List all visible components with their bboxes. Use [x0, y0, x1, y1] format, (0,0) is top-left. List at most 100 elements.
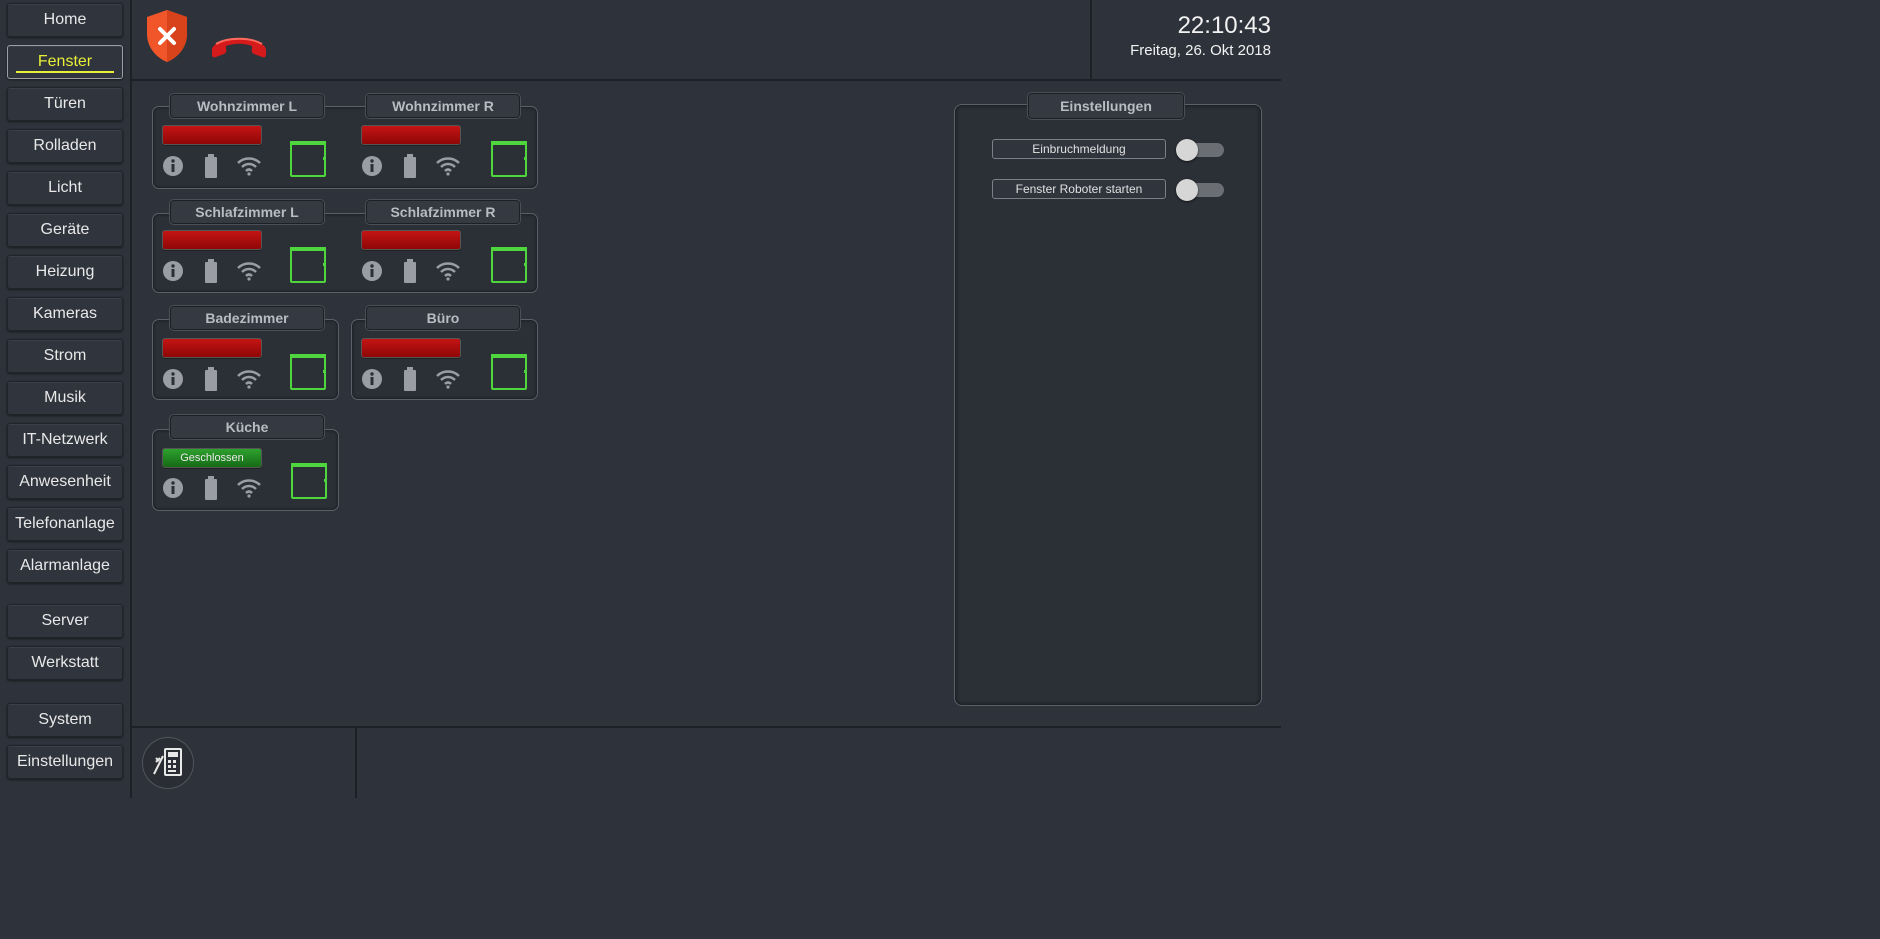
- room-title-text: Badezimmer: [205, 310, 289, 326]
- room-title: Schlafzimmer L: [170, 200, 324, 224]
- toggle-einbruchmeldung[interactable]: [1176, 139, 1226, 161]
- nav-kameras[interactable]: Kameras: [7, 297, 123, 331]
- nav-anwesenheit[interactable]: Anwesenheit: [7, 465, 123, 499]
- nav-label: Einstellungen: [16, 753, 114, 770]
- settings-title-text: Einstellungen: [1060, 98, 1152, 114]
- info-icon[interactable]: [162, 155, 184, 182]
- info-icon[interactable]: [361, 260, 383, 287]
- battery-icon: [204, 154, 218, 183]
- nav-musik[interactable]: Musik: [7, 381, 123, 415]
- nav-tueren[interactable]: Türen: [7, 87, 123, 121]
- room-title-text: Wohnzimmer L: [196, 98, 298, 114]
- nav-label: Kameras: [32, 305, 98, 322]
- battery-icon: [204, 367, 218, 396]
- battery-icon: [204, 259, 218, 288]
- room-title-text: Büro: [426, 310, 460, 326]
- nav-rolladen[interactable]: Rolladen: [7, 129, 123, 163]
- toggle-knob: [1176, 179, 1198, 201]
- window-closed-icon: [491, 247, 527, 283]
- nav-system[interactable]: System: [7, 703, 123, 737]
- clock: 22:10:43: [1177, 12, 1271, 39]
- nav-licht[interactable]: Licht: [7, 171, 123, 205]
- nav-label: Türen: [44, 95, 86, 112]
- room-title-text: Wohnzimmer R: [392, 98, 494, 114]
- window-closed-icon: [290, 247, 326, 283]
- nav-alarmanlage[interactable]: Alarmanlage: [7, 549, 123, 583]
- room-title: Badezimmer: [170, 306, 324, 330]
- battery-icon: [403, 154, 417, 183]
- nav-label: Alarmanlage: [20, 557, 110, 574]
- nav-label: Server: [41, 612, 89, 629]
- settings-title: Einstellungen: [1028, 93, 1184, 119]
- info-icon[interactable]: [162, 477, 184, 504]
- sidebar: Home Fenster Türen Rolladen Licht Geräte…: [0, 0, 130, 939]
- nav-fenster[interactable]: Fenster: [7, 45, 123, 79]
- wifi-icon: [236, 156, 262, 181]
- wifi-icon: [236, 478, 262, 503]
- divider: [1090, 0, 1092, 80]
- setting-label-text: Einbruchmeldung: [1032, 142, 1126, 156]
- info-icon[interactable]: [162, 260, 184, 287]
- nav-label: Heizung: [35, 263, 95, 280]
- status-text: Geschlossen: [180, 452, 244, 464]
- phone-hangup-icon[interactable]: [208, 30, 270, 65]
- nav-label: Telefonanlage: [15, 515, 115, 532]
- wifi-icon: [435, 369, 461, 394]
- battery-icon: [204, 476, 218, 505]
- nav-label: Fenster: [37, 53, 93, 70]
- divider: [130, 79, 1281, 81]
- divider: [130, 0, 132, 798]
- window-closed-icon: [290, 354, 326, 390]
- divider: [355, 728, 357, 798]
- nav-it-netzwerk[interactable]: IT-Netzwerk: [7, 423, 123, 457]
- info-icon[interactable]: [361, 155, 383, 182]
- nav-label: Musik: [44, 389, 86, 406]
- window-status: [162, 230, 262, 250]
- window-status: [162, 125, 262, 145]
- room-title: Wohnzimmer L: [170, 94, 324, 118]
- wifi-icon: [236, 369, 262, 394]
- nav-label: Anwesenheit: [19, 473, 111, 490]
- nav-label: Geräte: [40, 221, 90, 238]
- window-closed-icon: [291, 463, 327, 499]
- calculator-icon[interactable]: [142, 737, 194, 789]
- nav-label: Strom: [43, 347, 87, 364]
- room-title-text: Schlafzimmer L: [195, 204, 299, 220]
- nav-label: System: [38, 711, 92, 728]
- info-icon[interactable]: [361, 368, 383, 395]
- nav-einstellungen[interactable]: Einstellungen: [7, 745, 123, 779]
- nav-telefonanlage[interactable]: Telefonanlage: [7, 507, 123, 541]
- window-status: [361, 125, 461, 145]
- wifi-icon: [435, 261, 461, 286]
- info-icon[interactable]: [162, 368, 184, 395]
- room-title: Schlafzimmer R: [366, 200, 520, 224]
- nav-werkstatt[interactable]: Werkstatt: [7, 646, 123, 680]
- wifi-icon: [435, 156, 461, 181]
- room-title: Wohnzimmer R: [366, 94, 520, 118]
- nav-heizung[interactable]: Heizung: [7, 255, 123, 289]
- setting-label-text: Fenster Roboter starten: [1015, 182, 1143, 196]
- nav-server[interactable]: Server: [7, 604, 123, 638]
- window-status: [361, 230, 461, 250]
- room-title: Büro: [366, 306, 520, 330]
- nav-geraete[interactable]: Geräte: [7, 213, 123, 247]
- toggle-fenster-roboter[interactable]: [1176, 179, 1226, 201]
- nav-label: Rolladen: [33, 137, 97, 154]
- battery-icon: [403, 259, 417, 288]
- window-closed-icon: [491, 141, 527, 177]
- nav-label: IT-Netzwerk: [22, 431, 108, 448]
- nav-strom[interactable]: Strom: [7, 339, 123, 373]
- setting-label-einbruchmeldung: Einbruchmeldung: [992, 139, 1166, 159]
- window-status: Geschlossen: [162, 448, 262, 468]
- room-title-text: Schlafzimmer R: [390, 204, 496, 220]
- battery-icon: [403, 367, 417, 396]
- window-status: [162, 338, 262, 358]
- nav-label: Licht: [48, 179, 82, 196]
- room-title: Küche: [170, 415, 324, 439]
- nav-home[interactable]: Home: [7, 3, 123, 37]
- date: Freitag, 26. Okt 2018: [1130, 42, 1271, 59]
- shield-x-icon[interactable]: [144, 8, 190, 69]
- room-title-text: Küche: [225, 419, 269, 435]
- nav-label: Home: [43, 11, 87, 28]
- window-status: [361, 338, 461, 358]
